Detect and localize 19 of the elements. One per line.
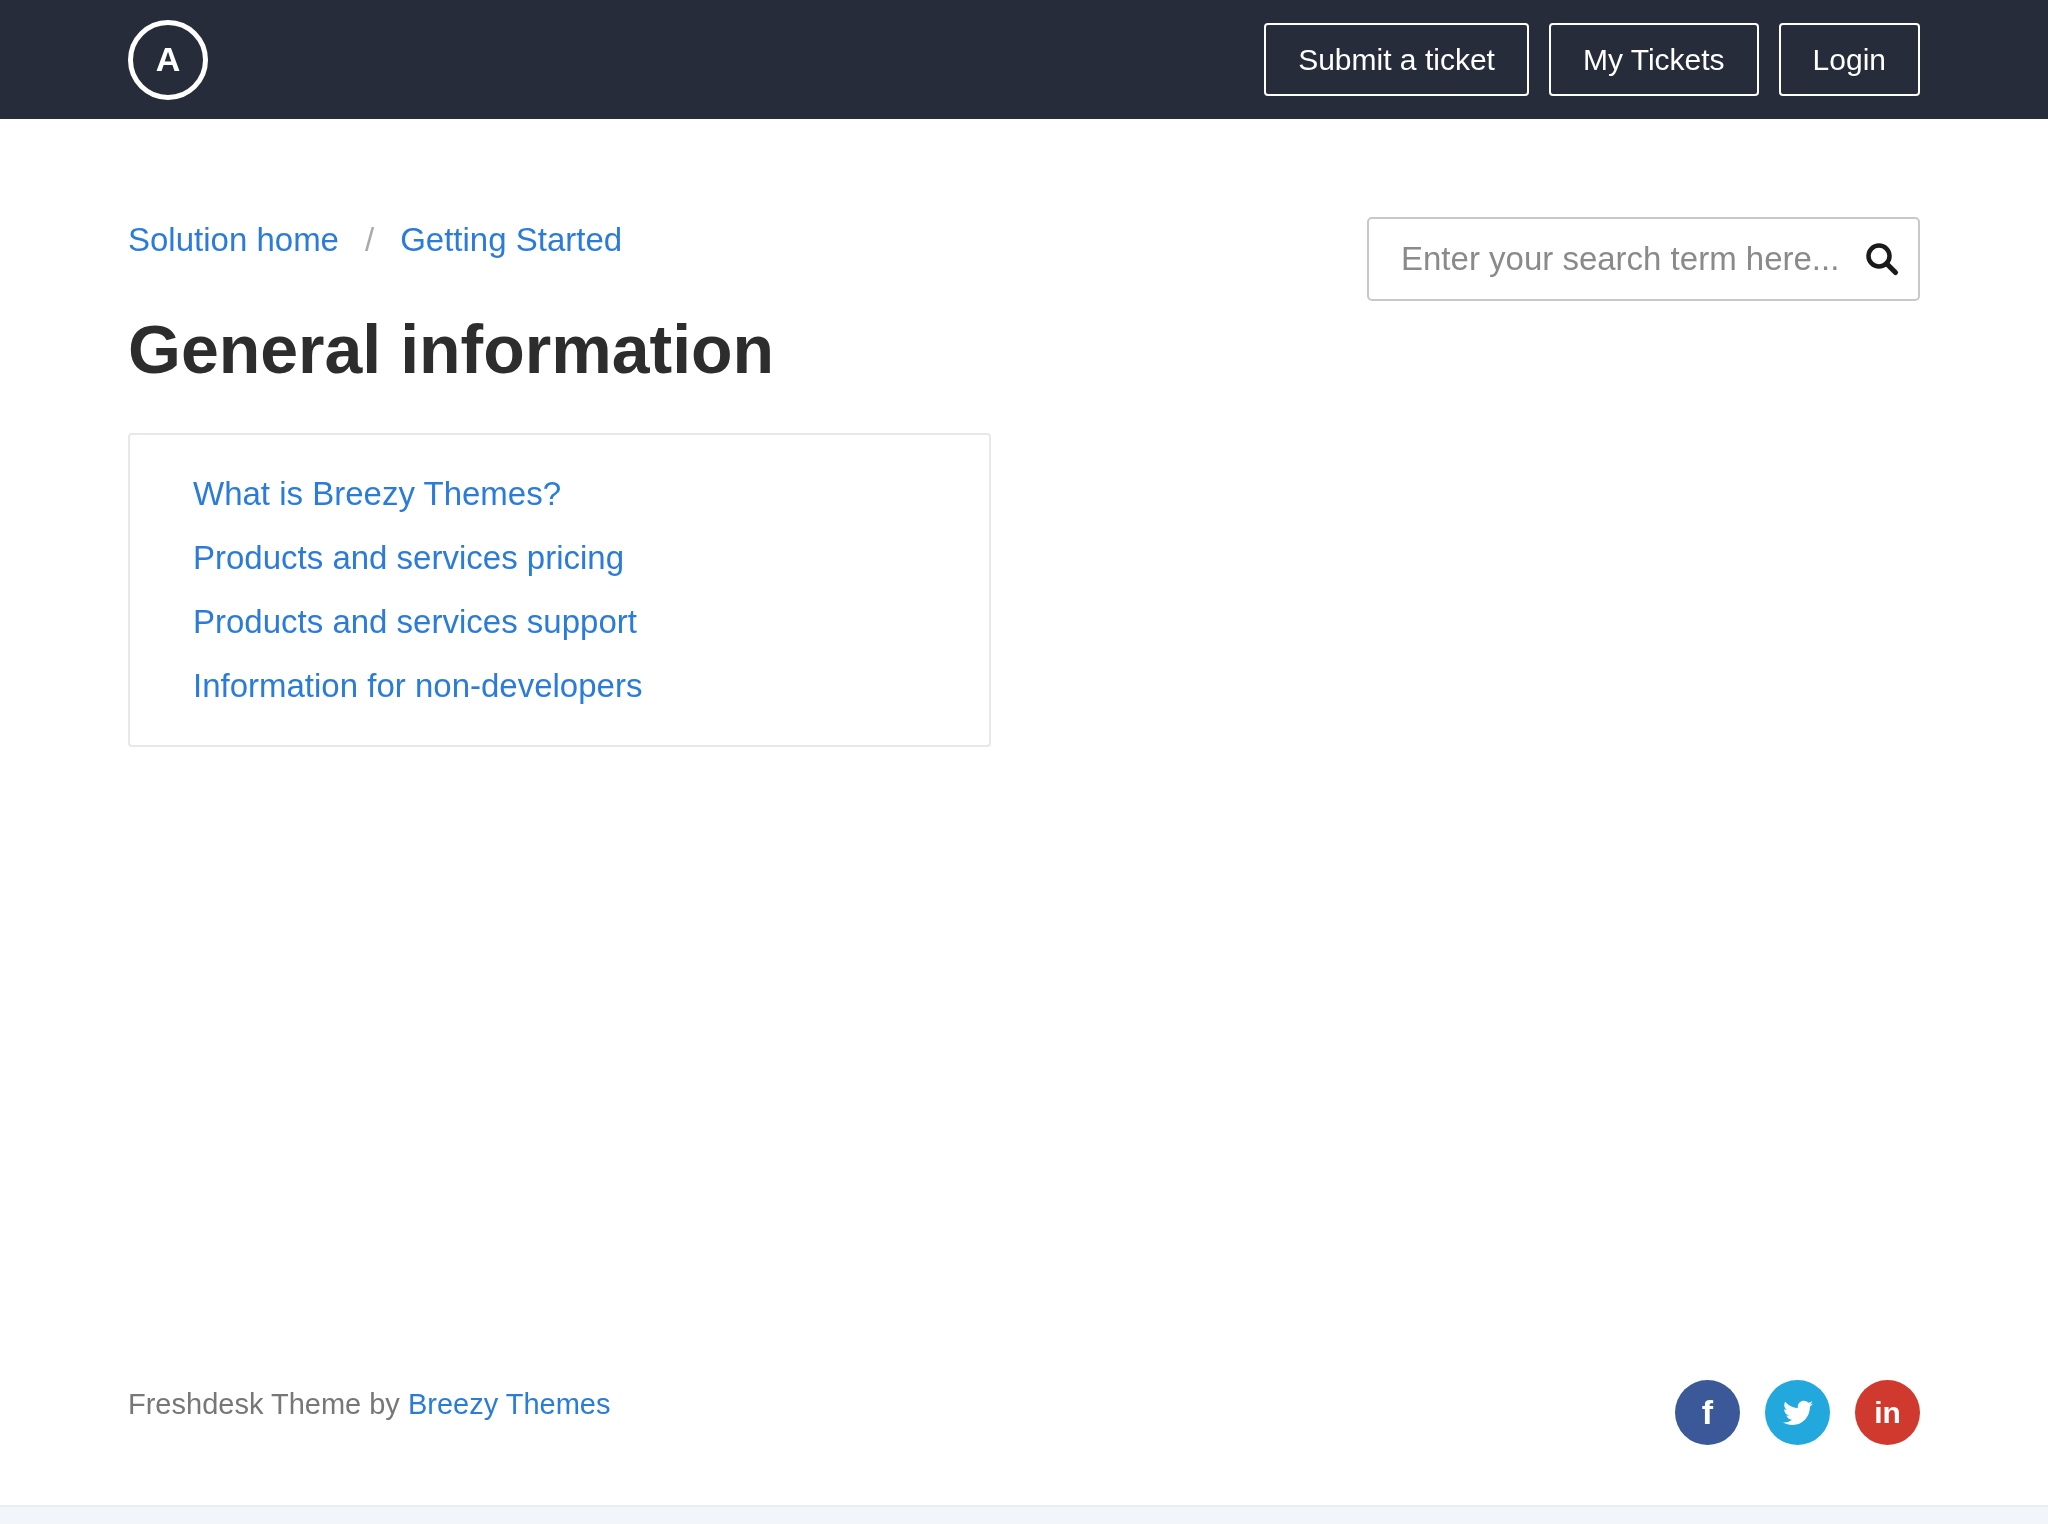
article-link[interactable]: Information for non-developers: [193, 664, 643, 707]
search-field[interactable]: Enter your search term here...: [1367, 217, 1920, 301]
logo-icon[interactable]: A: [128, 19, 208, 100]
linkedin-button[interactable]: in: [1855, 1380, 1920, 1445]
article-link[interactable]: What is Breezy Themes?: [193, 472, 562, 515]
breadcrumb-link[interactable]: Solution home: [128, 215, 339, 265]
footer-credit: Freshdesk Theme by Breezy Themes: [128, 1387, 611, 1422]
breadcrumb-separator: /: [365, 220, 375, 260]
search-icon[interactable]: [1864, 241, 1900, 277]
nav-button[interactable]: Login: [1778, 23, 1920, 96]
nav-button[interactable]: My Tickets: [1548, 23, 1759, 96]
page-title: General information: [128, 314, 776, 383]
facebook-button[interactable]: f: [1675, 1380, 1740, 1445]
article-link[interactable]: Products and services support: [193, 600, 637, 643]
bird-icon: [1782, 1399, 1813, 1426]
breadcrumb-link[interactable]: Getting Started: [400, 215, 623, 265]
nav-button[interactable]: Submit a ticket: [1264, 23, 1529, 96]
footer-link[interactable]: Breezy Themes: [407, 1388, 611, 1420]
article-link[interactable]: Products and services pricing: [193, 536, 625, 579]
